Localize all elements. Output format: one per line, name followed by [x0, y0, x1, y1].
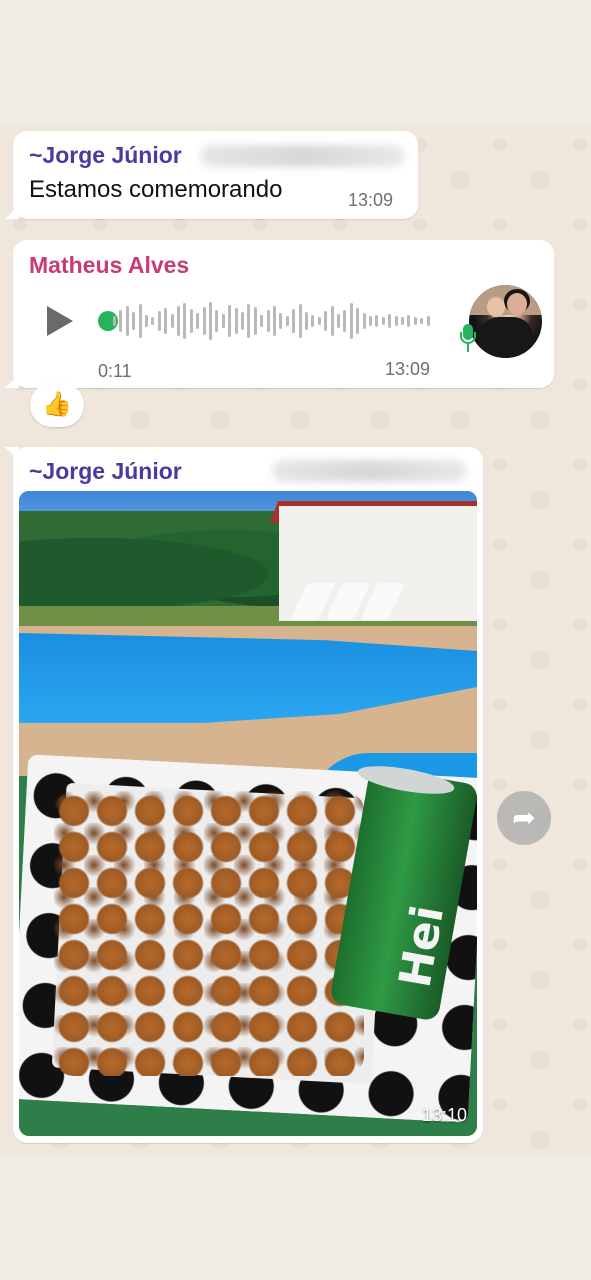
- waveform-bar: [343, 310, 347, 332]
- waveform-bar: [349, 303, 353, 339]
- waveform-bar: [356, 308, 360, 334]
- waveform-bar: [183, 303, 187, 339]
- waveform-bar: [253, 307, 257, 335]
- avatar-body: [479, 317, 533, 358]
- bubble-tail: [5, 205, 19, 219]
- waveform-bar: [196, 313, 200, 329]
- waveform-bar: [170, 314, 174, 328]
- waveform-bar: [292, 309, 296, 333]
- waveform-bar: [145, 315, 148, 327]
- waveform-bar: [388, 314, 392, 328]
- avatar[interactable]: [469, 285, 542, 358]
- waveform-bar: [273, 306, 276, 336]
- waveform-bar: [407, 315, 411, 327]
- waveform-bar: [221, 314, 225, 328]
- bubble-tail: [5, 374, 19, 388]
- waveform-bar: [132, 312, 136, 330]
- waveform-bar: [266, 310, 270, 332]
- mic-stem: [467, 344, 469, 352]
- waveform-bar: [362, 313, 366, 329]
- photo-attachment[interactable]: Hei 13:10: [19, 491, 477, 1136]
- waveform-bar: [420, 318, 424, 324]
- mic-icon: [459, 324, 477, 356]
- photo-food: [54, 791, 364, 1076]
- waveform-bar: [279, 313, 283, 329]
- waveform-bar: [228, 305, 232, 337]
- sender-phone-redacted: [200, 145, 405, 167]
- waveform-bar: [413, 317, 417, 325]
- avatar-face: [487, 297, 505, 317]
- waveform-bar: [285, 316, 289, 326]
- waveform-bar: [119, 310, 123, 332]
- waveform-bar: [337, 314, 340, 328]
- waveform-bar: [241, 312, 244, 330]
- waveform-bar: [298, 304, 302, 338]
- waveform-bar: [202, 307, 206, 335]
- message-text: Estamos comemorando: [29, 176, 283, 203]
- forward-icon[interactable]: ➦: [497, 791, 551, 845]
- waveform-bar: [394, 316, 398, 326]
- message-time: 13:09: [348, 190, 394, 210]
- sender-name[interactable]: ~Jorge Júnior: [29, 142, 182, 169]
- top-spacer: [0, 0, 591, 125]
- waveform-bar: [369, 316, 372, 326]
- mic-arc: [460, 332, 476, 344]
- avatar-face: [507, 293, 527, 315]
- waveform-bar: [317, 317, 321, 325]
- bottom-spacer: [0, 1155, 591, 1280]
- sender-phone-redacted: [272, 460, 467, 482]
- waveform-bar: [324, 311, 328, 331]
- sender-name[interactable]: Matheus Alves: [29, 252, 189, 279]
- message-time: 13:10: [421, 1105, 467, 1125]
- waveform-bar: [401, 317, 404, 325]
- waveform-bar: [157, 311, 161, 331]
- waveform-bar: [215, 310, 219, 332]
- waveform-bar: [125, 306, 129, 336]
- waveform-bar: [209, 302, 212, 340]
- waveform-bar: [375, 315, 379, 327]
- waveform-bar: [164, 308, 168, 334]
- waveform-bar: [189, 309, 193, 333]
- message-time: 13:09: [385, 359, 431, 379]
- waveform-bar: [305, 312, 308, 330]
- waveform-bar: [381, 317, 385, 325]
- waveform-bar: [151, 317, 155, 325]
- waveform-bar: [330, 306, 334, 336]
- reaction-badge[interactable]: 👍: [30, 383, 84, 427]
- voice-waveform[interactable]: [113, 301, 438, 341]
- waveform-bar: [177, 306, 180, 336]
- waveform-bar: [234, 308, 238, 334]
- waveform-bar: [247, 304, 251, 338]
- waveform-bar: [138, 304, 142, 338]
- waveform-bar: [260, 315, 264, 327]
- voice-duration: 0:11: [98, 361, 132, 381]
- waveform-bar: [113, 316, 116, 326]
- bubble-tail: [5, 447, 19, 461]
- sender-name[interactable]: ~Jorge Júnior: [29, 458, 182, 485]
- waveform-bar: [426, 316, 430, 326]
- waveform-bar: [311, 315, 315, 327]
- play-icon[interactable]: [47, 306, 73, 336]
